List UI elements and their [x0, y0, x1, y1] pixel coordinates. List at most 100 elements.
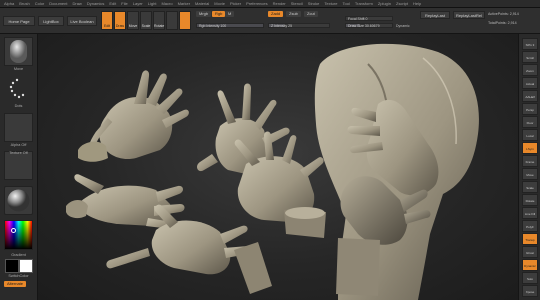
menu-item[interactable]: Draw	[72, 1, 81, 6]
mrgb-button[interactable]: Mrgb	[196, 11, 212, 17]
move-mode-button[interactable]: Move	[127, 11, 139, 30]
right-shelf-button[interactable]: Solo	[522, 272, 538, 284]
menu-item[interactable]: Preferences	[246, 1, 268, 6]
menu-item[interactable]: Alpha	[4, 1, 14, 6]
menu-item[interactable]: Zplugin	[378, 1, 391, 6]
menu-item[interactable]: Brush	[19, 1, 29, 6]
z-intensity-label: Z Intensity 25	[271, 24, 293, 28]
alpha-label: Alpha Off	[10, 143, 27, 147]
material-sphere-icon	[7, 189, 30, 212]
zadd-button[interactable]: Zadd	[268, 11, 284, 17]
right-shelf-button[interactable]: Persp	[522, 103, 538, 115]
menu-item[interactable]: Stencil	[291, 1, 303, 6]
menu-item[interactable]: Movie	[214, 1, 225, 6]
color-picker[interactable]	[4, 220, 33, 250]
menu-bar: Alpha Brush Color Document Draw Dynamics Edit F…	[0, 0, 540, 8]
texture-label: Texture Off	[9, 151, 28, 155]
rgb-button[interactable]: Rgb	[212, 11, 226, 17]
right-shelf-button[interactable]: Floor	[522, 116, 538, 128]
z-intensity-slider[interactable]: Z Intensity 25	[268, 23, 330, 28]
menu-item[interactable]: Edit	[109, 1, 116, 6]
gradient-label: Gradient	[11, 253, 26, 257]
stroke-thumbnail[interactable]	[4, 74, 33, 103]
right-shelf-button[interactable]: SPix 3	[522, 38, 538, 50]
live-boolean-button[interactable]: Live Boolean	[67, 16, 97, 26]
menu-item[interactable]: Zscript	[396, 1, 408, 6]
main-color-swatch[interactable]	[5, 259, 19, 273]
total-points-readout: TotalPoints: 2,914	[488, 21, 517, 25]
right-shelf-button[interactable]: Local	[522, 129, 538, 141]
alpha-thumbnail[interactable]	[4, 113, 33, 142]
menu-item[interactable]: Help	[413, 1, 421, 6]
rotate-label: Rotate	[154, 24, 165, 28]
rgb-intensity-slider[interactable]: Rgb Intensity 100	[196, 23, 264, 28]
material-thumbnail[interactable]	[4, 186, 33, 215]
menu-item[interactable]: Transform	[355, 1, 373, 6]
menu-item[interactable]: Marker	[178, 1, 190, 6]
menu-item[interactable]: Layer	[133, 1, 143, 6]
canvas-viewport[interactable]	[38, 34, 518, 300]
right-shelf-button[interactable]: AAHalf	[522, 90, 538, 102]
menu-item[interactable]: Dynamics	[87, 1, 105, 6]
rgb-intensity-label: Rgb Intensity 100	[199, 24, 227, 28]
menu-item[interactable]: Tool	[342, 1, 349, 6]
menu-item[interactable]: Light	[148, 1, 157, 6]
color-picker-cursor	[11, 228, 16, 233]
right-shelf-button[interactable]: Frame	[522, 155, 538, 167]
right-shelf-button[interactable]: Scroll	[522, 51, 538, 63]
alternate-button[interactable]: Alternate	[4, 281, 27, 287]
scale-mode-button[interactable]: Scale	[140, 11, 152, 30]
texture-thumbnail[interactable]	[4, 151, 33, 180]
focal-shift-slider[interactable]: Focal Shift 0	[345, 16, 393, 21]
brush-thumbnail[interactable]	[4, 37, 33, 66]
sphere-icon[interactable]	[166, 11, 178, 30]
menu-item[interactable]: Material	[195, 1, 209, 6]
menu-item[interactable]: Document	[49, 1, 67, 6]
move-brush-icon	[10, 40, 27, 63]
menu-item[interactable]: Picker	[230, 1, 241, 6]
replay-last-button[interactable]: ReplayLast	[420, 11, 450, 19]
lightbox-button[interactable]: LightBox	[38, 16, 64, 26]
edit-label: Edit	[103, 24, 111, 28]
menu-item[interactable]: Color	[35, 1, 45, 6]
menu-item[interactable]: Render	[273, 1, 286, 6]
zcut-button[interactable]: Zcut	[304, 11, 318, 17]
menu-item[interactable]: Macro	[161, 1, 172, 6]
dots-stroke-icon	[9, 78, 25, 99]
menu-item[interactable]: Texture	[324, 1, 337, 6]
draw-size-slider[interactable]: Draw Size 30.60679	[345, 23, 393, 28]
brush-label: Move	[13, 67, 24, 71]
right-shelf-button[interactable]: Ghost	[522, 246, 538, 258]
stroke-label: Dots	[14, 104, 23, 108]
move-label: Move	[128, 24, 138, 28]
scale-label: Scale	[141, 24, 151, 28]
draw-label: Draw	[115, 24, 125, 28]
right-shelf-button[interactable]: LSym	[522, 142, 538, 154]
edit-mode-button[interactable]: Edit	[101, 11, 113, 30]
draw-mode-button[interactable]: Draw	[114, 11, 126, 30]
switch-color-button[interactable]: SwitchColor	[0, 274, 37, 278]
menu-item[interactable]: Stroke	[308, 1, 320, 6]
replay-last-rel-button[interactable]: ReplayLastRel	[453, 11, 485, 19]
menu-item[interactable]: File	[121, 1, 127, 6]
right-shelf-button[interactable]: Scale	[522, 181, 538, 193]
sculpt-canvas	[66, 43, 479, 300]
right-shelf-button[interactable]: Rotate	[522, 194, 538, 206]
zsub-button[interactable]: Zsub	[286, 11, 301, 17]
right-shelf-button[interactable]: Transp	[522, 233, 538, 245]
material-sphere-icon[interactable]	[179, 11, 191, 30]
right-shelf-button[interactable]: Xpose	[522, 285, 538, 297]
right-shelf-button[interactable]: Actual	[522, 77, 538, 89]
right-shelf-button[interactable]: Line Fill	[522, 207, 538, 219]
left-tray: Move Dots Alpha Off Texture Off Gradient…	[0, 34, 38, 300]
home-page-button[interactable]: Home Page	[3, 16, 35, 26]
right-shelf-button[interactable]: PolyF	[522, 220, 538, 232]
secondary-color-swatch[interactable]	[19, 259, 33, 273]
right-shelf-button[interactable]: Move	[522, 168, 538, 180]
right-shelf-button[interactable]: Zoom	[522, 64, 538, 76]
right-shelf-button[interactable]: Dynamic	[522, 259, 538, 271]
active-points-readout: ActivePoints: 2,914	[488, 12, 519, 16]
dynamic-toggle[interactable]: Dynamic	[396, 24, 410, 28]
m-button[interactable]: M	[225, 11, 235, 17]
rotate-mode-button[interactable]: Rotate	[153, 11, 165, 30]
